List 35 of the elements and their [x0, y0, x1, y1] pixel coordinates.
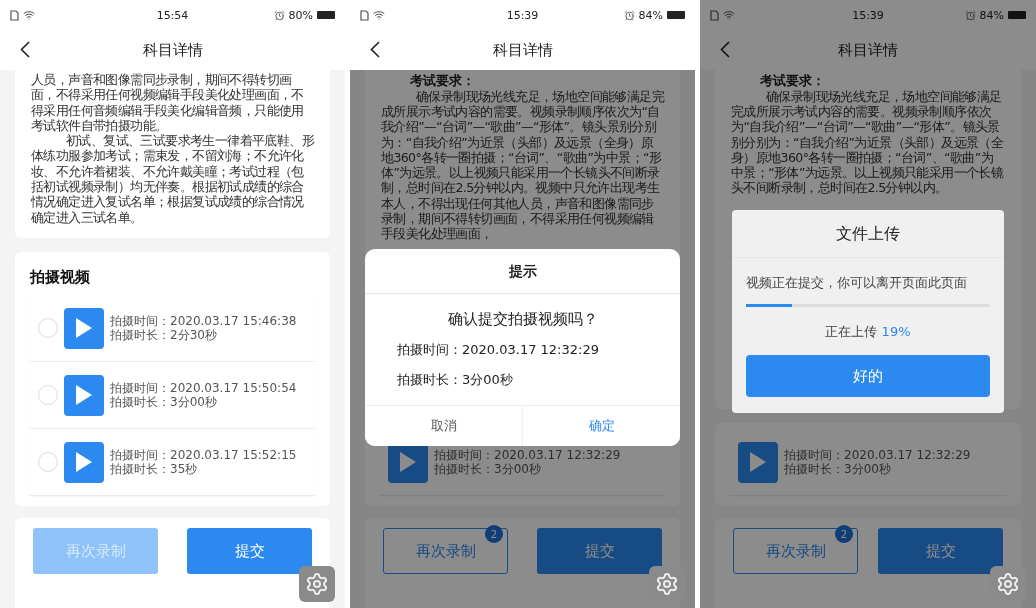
video-duration: 拍摄时长：35秒 — [110, 462, 199, 476]
status-time: 15:54 — [156, 8, 189, 22]
requirement-paragraph: 人员，声音和图像需同步录制，期间不得转切画面，不得采用任何视频编辑手段美化处理画面，不得采用任何音频编辑手段美化编辑音频，只能使用考试软件自带拍摄功能。 — [31, 72, 305, 134]
battery-level: 84% — [979, 8, 1004, 22]
videos-title: 拍摄视频 — [30, 268, 91, 287]
page-title: 科目详情 — [491, 40, 554, 60]
dialog-message: 视频正在提交，你可以离开页面此页面 — [745, 274, 968, 292]
requirement-paragraph: 确保录制现场光线充足，场地空间能够满足完成所展示考试内容的需要。视频录制顺序依次为“自我介绍”—“台词”—“歌曲”—“形体”。镜头景别分别为：“自我介绍”为近景（头部）及远景（全身）原地360°各转一圈拍摄；“台词”、“歌曲”为中景；“形体”为远景。以上视频只能采用一个长镜头不间断录制，总时间在2.5分钟以内。视频中只允许出现考生本人，不得出现任何其他人员，声音和图像需同步录制，期间不得转切画面，不得采用任何视频编辑手段美化处理画面， — [381, 88, 664, 242]
page-title: 科目详情 — [141, 40, 204, 60]
video-duration: 拍摄时长：3分00秒 — [434, 462, 542, 476]
video-time: 拍摄时间：2020.03.17 12:32:29 — [784, 448, 971, 462]
upload-status: 正在上传 19% — [824, 323, 912, 341]
dialog-title: 文件上传 — [732, 210, 1004, 258]
video-duration: 拍摄时长：2分30秒 — [110, 328, 218, 342]
status-time: 15:39 — [852, 8, 884, 22]
video-duration: 拍摄时长：3分00秒 — [110, 395, 218, 409]
page-title: 科目详情 — [837, 40, 899, 60]
count-badge: 2 — [835, 525, 853, 543]
video-time: 拍摄时间：2020.03.17 15:46:38 — [110, 314, 297, 328]
dialog-detail: 拍摄时间：2020.03.17 12:32:29 — [396, 341, 600, 359]
battery-level: 84% — [638, 8, 663, 22]
requirement-paragraph: 确保录制现场光线充足，场地空间能够满足完成所展示考试内容的需要。视频录制顺序依次为“自我介绍”—“台词”—“歌曲”—“形体”。镜头景别分别为：“自我介绍”为近景（头部）及远景（全身）原地360°各转一圈拍摄；“台词”、“歌曲”为中景；“形体”为远景。以上视频只能采用一个长镜头不间断录制，总时间在2.5分钟以内。 — [731, 88, 1005, 196]
dialog-message: 确认提交拍摄视频吗？ — [446, 309, 599, 330]
status-time: 15:39 — [506, 8, 539, 22]
battery-level: 80% — [288, 8, 313, 22]
dialog-detail: 拍摄时长：3分00秒 — [396, 371, 514, 389]
dialog-title: 提示 — [365, 249, 680, 294]
video-duration: 拍摄时长：3分00秒 — [784, 462, 892, 476]
count-badge: 2 — [485, 525, 503, 543]
video-time: 拍摄时间：2020.03.17 12:32:29 — [434, 448, 621, 462]
video-time: 拍摄时间：2020.03.17 15:50:54 — [110, 381, 297, 395]
video-time: 拍摄时间：2020.03.17 15:52:15 — [110, 448, 297, 462]
requirement-paragraph: 初试、复试、三试要求考生一律着平底鞋、形体练功服参加考试；需束发，不留刘海；不允许化妆、不允许着裙装、不允许戴美瞳；考试过程（包括初试视频录制）均无伴奏。根据初试成绩的综合情况确定进入复试名单；根据复试成绩的综合情况确定进入三试名单。 — [31, 133, 314, 225]
section-heading: 考试要求： — [758, 73, 826, 89]
section-heading: 考试要求： — [408, 73, 476, 89]
